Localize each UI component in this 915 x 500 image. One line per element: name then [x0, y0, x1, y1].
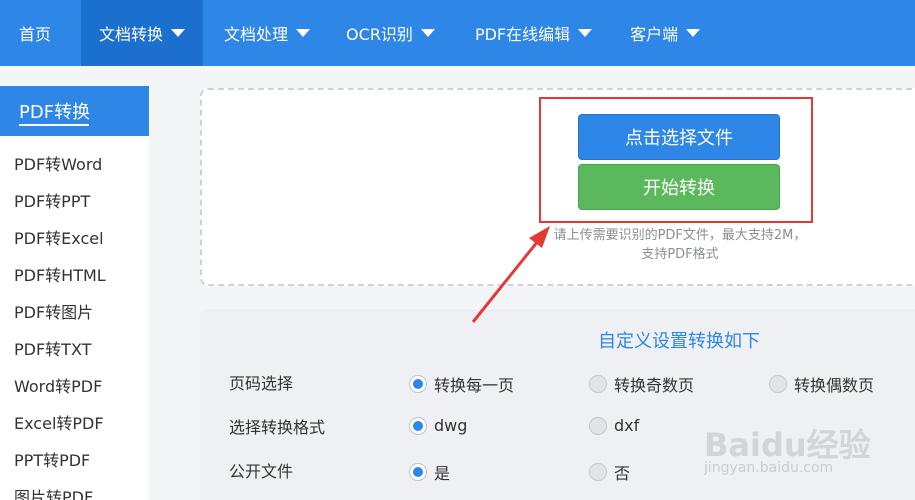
radio-dwg[interactable]: dwg [409, 416, 467, 435]
chevron-down-icon [171, 29, 186, 37]
sidebar-title: PDF转换 [0, 86, 149, 136]
nav-item-label: 文档转换 [99, 25, 164, 44]
radio-label: dxf [614, 416, 640, 435]
nav-item-ocr[interactable]: OCR识别 [328, 0, 453, 66]
page-select-label: 页码选择 [229, 374, 294, 393]
top-nav: 首页 文档转换 文档处理 OCR识别 PDF在线编辑 客户端 [0, 0, 915, 66]
radio-dxf[interactable]: dxf [589, 416, 639, 435]
radio-unchecked-icon [589, 375, 607, 393]
radio-label: 转换每一页 [434, 376, 515, 395]
sidebar-list: PDF转Word PDF转PPT PDF转Excel PDF转HTML PDF转… [0, 136, 149, 500]
sidebar-item-ppt-to-pdf[interactable]: PPT转PDF [0, 442, 149, 479]
chevron-down-icon [420, 29, 435, 37]
nav-item-doc-process[interactable]: 文档处理 [206, 0, 328, 66]
sidebar-item-pdf-to-image[interactable]: PDF转图片 [0, 294, 149, 331]
chevron-down-icon [686, 29, 701, 37]
radio-checked-icon [409, 375, 427, 393]
radio-unchecked-icon [589, 416, 607, 435]
page: 首页 文档转换 文档处理 OCR识别 PDF在线编辑 客户端 PDF转换 PDF… [0, 0, 915, 500]
radio-every-page[interactable]: 转换每一页 [409, 372, 514, 396]
choose-file-button[interactable]: 点击选择文件 [578, 114, 780, 160]
public-file-label: 公开文件 [229, 462, 294, 481]
upload-hint: 请上传需要识别的PDF文件，最大支持2M， [553, 228, 807, 243]
radio-checked-icon [409, 416, 427, 435]
sidebar-title-underline [19, 124, 89, 126]
nav-item-client[interactable]: 客户端 [612, 0, 718, 66]
settings-title: 自定义设置转换如下 [598, 331, 760, 352]
upload-hint-format: 支持PDF格式 [641, 247, 719, 262]
radio-label: 转换偶数页 [794, 376, 875, 395]
radio-public-yes[interactable]: 是 [409, 460, 450, 484]
nav-item-home[interactable]: 首页 [0, 0, 69, 66]
sidebar-item-pdf-to-txt[interactable]: PDF转TXT [0, 331, 149, 368]
chevron-down-icon [296, 29, 311, 37]
radio-unchecked-icon [769, 375, 787, 393]
nav-item-label: 客户端 [630, 25, 679, 44]
nav-item-label: 文档处理 [224, 25, 289, 44]
sidebar-item-image-to-pdf[interactable]: 图片转PDF [0, 479, 149, 500]
nav-item-pdf-edit[interactable]: PDF在线编辑 [457, 0, 610, 66]
nav-item-doc-convert[interactable]: 文档转换 [81, 0, 204, 66]
settings-panel [200, 309, 915, 500]
nav-item-label: 首页 [19, 25, 52, 44]
sidebar-item-pdf-to-excel[interactable]: PDF转Excel [0, 220, 149, 257]
radio-label: 否 [614, 464, 631, 483]
chevron-down-icon [578, 29, 593, 37]
radio-public-no[interactable]: 否 [589, 460, 630, 484]
sidebar: PDF转换 PDF转Word PDF转PPT PDF转Excel PDF转HTM… [0, 86, 149, 500]
radio-checked-icon [409, 463, 427, 481]
sidebar-title-label: PDF转换 [19, 102, 91, 123]
sidebar-item-pdf-to-ppt[interactable]: PDF转PPT [0, 183, 149, 220]
radio-odd-pages[interactable]: 转换奇数页 [589, 372, 694, 396]
sidebar-item-excel-to-pdf[interactable]: Excel转PDF [0, 405, 149, 442]
radio-label: 转换奇数页 [614, 376, 695, 395]
radio-label: 是 [434, 464, 451, 483]
radio-even-pages[interactable]: 转换偶数页 [769, 372, 874, 396]
start-convert-button[interactable]: 开始转换 [578, 164, 780, 210]
nav-item-label: PDF在线编辑 [474, 25, 571, 44]
nav-item-label: OCR识别 [346, 25, 413, 44]
sidebar-item-pdf-to-word[interactable]: PDF转Word [0, 146, 149, 183]
sidebar-item-pdf-to-html[interactable]: PDF转HTML [0, 257, 149, 294]
sidebar-item-word-to-pdf[interactable]: Word转PDF [0, 368, 149, 405]
radio-label: dwg [434, 416, 468, 435]
format-select-label: 选择转换格式 [229, 418, 326, 437]
radio-unchecked-icon [589, 463, 607, 481]
